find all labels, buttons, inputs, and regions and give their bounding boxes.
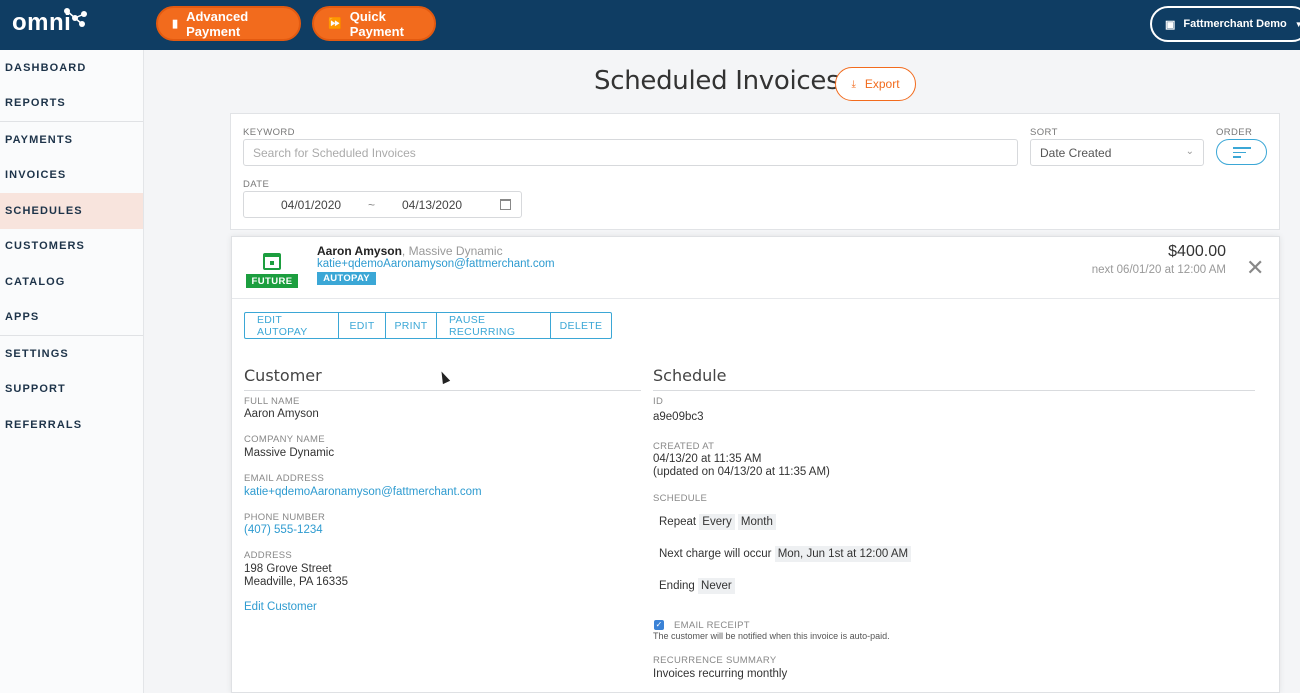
- sidebar-item-customers[interactable]: CUSTOMERS: [0, 229, 143, 265]
- quick-payment-label: Quick Payment: [349, 8, 404, 39]
- quick-payment-button[interactable]: ⏩ Quick Payment: [312, 6, 436, 41]
- chevron-down-icon: ▼: [1294, 19, 1300, 29]
- calendar-icon: [263, 253, 281, 270]
- sidebar-item-referrals[interactable]: REFERRALS: [0, 407, 143, 443]
- edit-autopay-button[interactable]: EDIT AUTOPAY: [245, 313, 339, 338]
- email-receipt-note: The customer will be notified when this …: [653, 631, 890, 641]
- customer-company: , Massive Dynamic: [401, 244, 503, 258]
- download-icon: ⤓: [851, 78, 856, 90]
- phone-link[interactable]: (407) 555-1234: [244, 524, 323, 537]
- next-charge-text: Next charge will occur: [659, 548, 772, 560]
- sort-lines-icon: [1233, 147, 1251, 149]
- store-icon: ▣: [1165, 18, 1176, 31]
- sidebar-item-reports[interactable]: REPORTS: [0, 86, 143, 122]
- status-badge: FUTURE: [246, 274, 298, 288]
- repeat-row: Repeat Every Month: [659, 514, 776, 530]
- full-name-value: Aaron Amyson: [244, 408, 319, 420]
- schedule-id: a9e09bc3: [653, 411, 704, 423]
- email-receipt-label: EMAIL RECEIPT: [674, 620, 750, 631]
- keyword-search-input[interactable]: Search for Scheduled Invoices: [243, 139, 1018, 166]
- invoice-header[interactable]: FUTURE Aaron Amyson, Massive Dynamic kat…: [232, 237, 1279, 299]
- sidebar: DASHBOARD REPORTS PAYMENTS INVOICES SCHE…: [0, 50, 144, 693]
- email-link[interactable]: katie+qdemoAaronamyson@fattmerchant.com: [244, 486, 482, 499]
- account-menu-button[interactable]: ▣ Fattmerchant Demo ▼: [1150, 6, 1300, 42]
- export-label: Export: [864, 77, 900, 91]
- repeat-text: Repeat: [659, 516, 697, 528]
- invoice-actions: EDIT AUTOPAY EDIT PRINT PAUSE RECURRING …: [244, 312, 612, 339]
- advanced-payment-label: Advanced Payment: [186, 8, 249, 39]
- company-label: COMPANY NAME: [244, 434, 325, 445]
- scheduled-invoice-card: FUTURE Aaron Amyson, Massive Dynamic kat…: [231, 236, 1280, 693]
- next-charge-chip[interactable]: Mon, Jun 1st at 12:00 AM: [774, 546, 912, 562]
- sort-value: Date Created: [1040, 145, 1112, 160]
- date-from[interactable]: 04/01/2020: [281, 198, 341, 212]
- created-at-value: 04/13/20 at 11:35 AM: [653, 453, 762, 465]
- id-label: ID: [653, 396, 664, 407]
- edit-button[interactable]: EDIT: [339, 313, 386, 338]
- sort-lines-icon: [1233, 156, 1241, 158]
- next-charge-row: Next charge will occur Mon, Jun 1st at 1…: [659, 546, 912, 562]
- created-at-label: CREATED AT: [653, 441, 715, 452]
- customer-email[interactable]: katie+qdemoAaronamyson@fattmerchant.com: [317, 258, 555, 270]
- customer-name-text: Aaron Amyson: [317, 244, 402, 258]
- order-toggle-button[interactable]: [1216, 139, 1267, 165]
- repeat-period-chip[interactable]: Month: [737, 514, 776, 530]
- phone-label: PHONE NUMBER: [244, 512, 326, 523]
- order-label: ORDER: [1216, 127, 1253, 138]
- updated-at-value: (updated on 04/13/20 at 11:35 AM): [653, 466, 830, 478]
- account-name: Fattmerchant Demo: [1183, 18, 1287, 30]
- date-label: DATE: [243, 179, 270, 190]
- sidebar-item-settings[interactable]: SETTINGS: [0, 336, 143, 372]
- email-receipt-checkbox[interactable]: ✓: [654, 620, 664, 630]
- sidebar-item-invoices[interactable]: INVOICES: [0, 158, 143, 194]
- date-to[interactable]: 04/13/2020: [402, 198, 462, 212]
- ending-chip[interactable]: Never: [698, 578, 735, 594]
- invoice-amount: $400.00: [1168, 243, 1226, 260]
- company-value: Massive Dynamic: [244, 447, 335, 459]
- email-label: EMAIL ADDRESS: [244, 473, 325, 484]
- edit-customer-link[interactable]: Edit Customer: [244, 601, 317, 614]
- sort-label: SORT: [1030, 127, 1058, 138]
- ending-text: Ending: [659, 580, 695, 592]
- sort-select[interactable]: Date Created ⌄: [1030, 139, 1204, 166]
- schedule-label: SCHEDULE: [653, 493, 708, 504]
- autopay-badge: AUTOPAY: [317, 272, 376, 285]
- sidebar-item-catalog[interactable]: CATALOG: [0, 264, 143, 300]
- sidebar-item-apps[interactable]: APPS: [0, 300, 143, 336]
- recurrence-summary-label: RECURRENCE SUMMARY: [653, 655, 777, 666]
- delete-button[interactable]: DELETE: [551, 313, 611, 338]
- next-charge-date: next 06/01/20 at 12:00 AM: [1091, 264, 1226, 276]
- date-separator: ~: [368, 198, 376, 212]
- sidebar-item-support[interactable]: SUPPORT: [0, 372, 143, 408]
- recurrence-summary-value: Invoices recurring monthly: [653, 668, 788, 680]
- logo-dots-icon: [64, 8, 87, 27]
- document-icon: ▮: [172, 18, 179, 30]
- page-title: Scheduled Invoices: [594, 66, 840, 96]
- sidebar-item-payments[interactable]: PAYMENTS: [0, 122, 143, 158]
- date-range-picker[interactable]: 04/01/2020 ~ 04/13/2020: [243, 191, 522, 218]
- sidebar-item-schedules[interactable]: SCHEDULES: [0, 193, 143, 229]
- ending-row: Ending Never: [659, 578, 735, 594]
- keyword-label: KEYWORD: [243, 127, 295, 138]
- top-bar: omni ▮ Advanced Payment ⏩ Quick Payment …: [0, 0, 1300, 50]
- address-line1: 198 Grove Street: [244, 563, 332, 575]
- fast-forward-icon: ⏩: [328, 18, 342, 30]
- advanced-payment-button[interactable]: ▮ Advanced Payment: [156, 6, 301, 41]
- keyword-placeholder: Search for Scheduled Invoices: [253, 145, 416, 160]
- print-button[interactable]: PRINT: [386, 313, 437, 338]
- chevron-down-icon: ⌄: [1185, 146, 1194, 157]
- pause-recurring-button[interactable]: PAUSE RECURRING: [437, 313, 551, 338]
- full-name-label: FULL NAME: [244, 396, 300, 407]
- export-button[interactable]: ⤓ Export: [835, 67, 916, 101]
- sort-lines-icon: [1233, 151, 1246, 153]
- address-line2: Meadville, PA 16335: [244, 576, 348, 588]
- schedule-section-title: Schedule: [653, 366, 1255, 391]
- customer-name: Aaron Amyson, Massive Dynamic: [317, 244, 503, 258]
- repeat-every-chip[interactable]: Every: [699, 514, 735, 530]
- sidebar-item-dashboard[interactable]: DASHBOARD: [0, 50, 143, 86]
- address-label: ADDRESS: [244, 550, 293, 561]
- filter-panel: KEYWORD Search for Scheduled Invoices SO…: [230, 113, 1280, 230]
- close-icon[interactable]: ✕: [1246, 257, 1264, 279]
- calendar-icon[interactable]: [500, 199, 511, 210]
